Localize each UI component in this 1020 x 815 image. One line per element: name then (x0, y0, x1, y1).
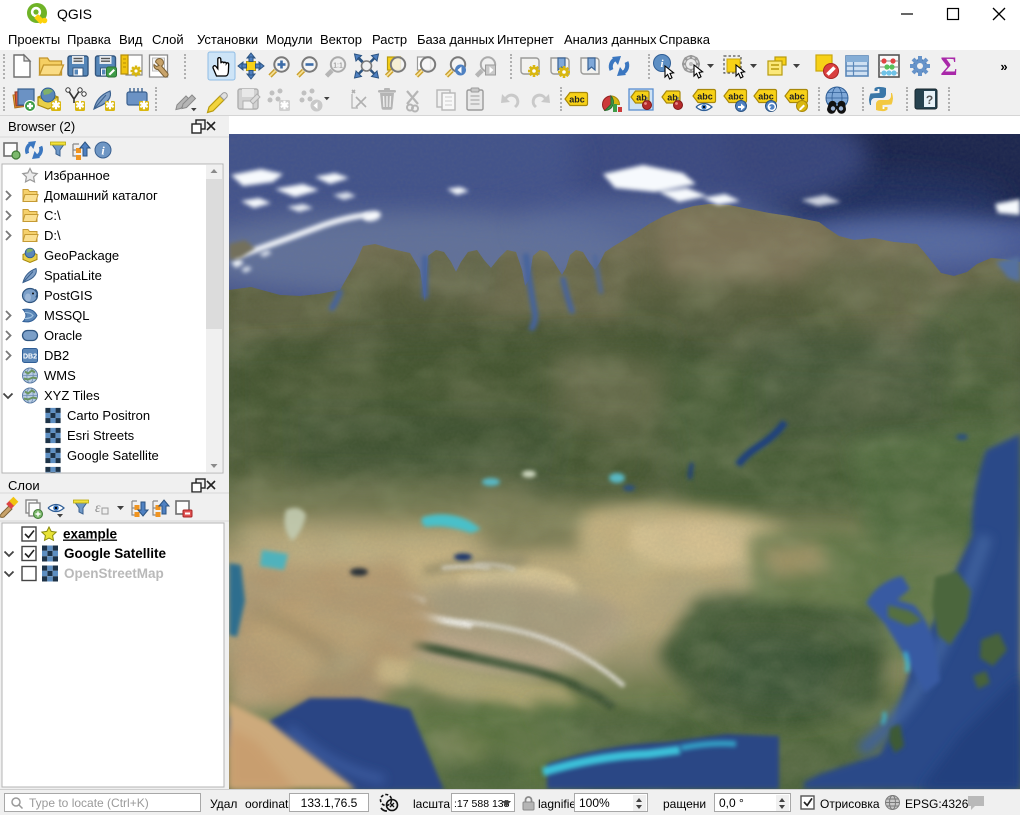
svg-text:SpatiaLite: SpatiaLite (44, 268, 102, 283)
svg-text:✱: ✱ (105, 100, 114, 112)
svg-text:C:\: C:\ (44, 208, 61, 223)
svg-text:✱: ✱ (139, 100, 148, 112)
svg-text:Esri Streets: Esri Streets (67, 428, 135, 443)
svg-text:example: example (63, 527, 118, 542)
svg-text:GeoPackage: GeoPackage (44, 248, 119, 263)
svg-text:Browser (2): Browser (2) (8, 119, 75, 134)
svg-text:MSSQL: MSSQL (44, 308, 90, 323)
svg-text:✱: ✱ (75, 100, 84, 112)
svg-text:1:1: 1:1 (333, 63, 343, 70)
svg-text:PostGIS: PostGIS (44, 288, 93, 303)
svg-text:Google Satellite: Google Satellite (67, 448, 159, 463)
svg-text:Избранное: Избранное (44, 168, 110, 183)
svg-text:D:\: D:\ (44, 228, 61, 243)
svg-text:✱: ✱ (51, 100, 60, 112)
svg-text:WMS: WMS (44, 368, 76, 383)
svg-text:ε: ε (95, 501, 101, 516)
svg-text:✱: ✱ (280, 100, 289, 112)
svg-text:?: ? (926, 93, 933, 107)
svg-text:XYZ Tiles: XYZ Tiles (44, 388, 100, 403)
svg-text:Домашний каталог: Домашний каталог (44, 188, 158, 203)
svg-text:Слои: Слои (8, 478, 40, 493)
svg-text:»: » (1000, 59, 1007, 74)
svg-text:Google Satellite: Google Satellite (64, 546, 167, 561)
svg-text:OpenStreetMap: OpenStreetMap (64, 566, 164, 581)
svg-text:Σ: Σ (941, 52, 958, 81)
svg-text:DB2: DB2 (23, 354, 37, 361)
svg-text:Oracle: Oracle (44, 328, 82, 343)
svg-text:DB2: DB2 (44, 348, 69, 363)
svg-text:Carto Positron: Carto Positron (67, 408, 150, 423)
